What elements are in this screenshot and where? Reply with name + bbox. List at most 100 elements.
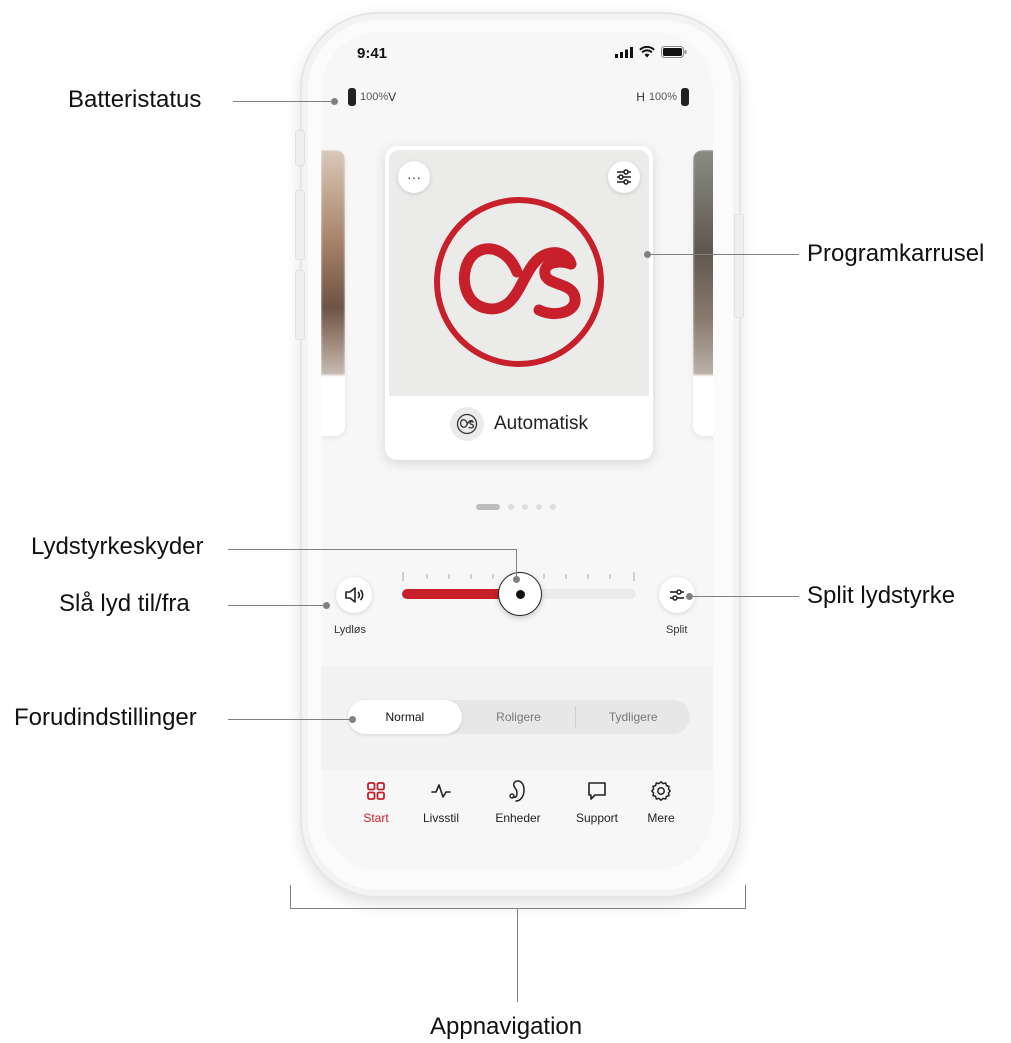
- program-image: [389, 150, 649, 396]
- mute-label: Lydløs: [334, 624, 366, 636]
- annotation-app-navigation: Appnavigation: [430, 1013, 583, 1040]
- slider-thumb-dot: [515, 589, 525, 599]
- annotation-leader-dot: [331, 98, 338, 105]
- gear-icon: [651, 781, 671, 801]
- annotation-leader-line: [690, 596, 799, 597]
- annotation-leader-dot: [686, 593, 693, 600]
- tab-label: Mere: [647, 811, 675, 825]
- annotation-program-carousel: Programkarrusel: [807, 240, 985, 267]
- split-label: Split: [666, 624, 688, 636]
- annotation-leader-line: [516, 549, 517, 579]
- annotation-battery-status: Batteristatus: [68, 86, 202, 113]
- status-icons: [615, 46, 687, 58]
- annotation-bracket: [290, 885, 291, 909]
- tab-livsstil[interactable]: Livsstil: [410, 778, 472, 825]
- tab-label: Support: [575, 811, 619, 825]
- battery-status-row: 100% V H 100%: [321, 88, 713, 112]
- annotation-leader-line: [649, 254, 799, 255]
- tab-bar: Start Livsstil Enheder Support Mere: [321, 770, 713, 870]
- cellular-signal-icon: [615, 46, 633, 58]
- annotation-bracket: [745, 885, 746, 909]
- slider-tick: [587, 574, 589, 579]
- program-card[interactable]: ··· Automatisk: [385, 146, 653, 460]
- annotation-bracket: [290, 908, 746, 909]
- automatic-program-icon: [450, 407, 484, 441]
- tab-mere[interactable]: Mere: [630, 778, 692, 825]
- phone-battery-icon: [661, 46, 687, 58]
- ellipsis-icon: ···: [407, 169, 421, 185]
- wifi-icon: [639, 46, 655, 58]
- preset-option-tydligere[interactable]: Tydligere: [576, 700, 690, 734]
- slider-tick: [565, 574, 567, 579]
- phone-screen: 9:41 100% V H 100% ··· Automatisk Lydløs…: [321, 32, 713, 870]
- tab-start[interactable]: Start: [345, 778, 407, 825]
- hearing-aid-icon: [509, 780, 525, 802]
- annotation-leader-dot: [513, 576, 520, 583]
- slider-tick: [543, 574, 545, 579]
- preset-option-normal[interactable]: Normal: [348, 700, 462, 734]
- tab-label: Enheder: [495, 811, 541, 825]
- preset-selector: Normal Roligere Tydligere: [348, 700, 690, 734]
- program-image-next: [693, 150, 713, 375]
- split-icon: [670, 589, 684, 601]
- slider-tick: [426, 574, 428, 579]
- status-bar: 9:41: [321, 32, 713, 76]
- slider-tick: [402, 572, 404, 581]
- annotation-presets: Forudindstillinger: [14, 704, 197, 731]
- page-dot[interactable]: [508, 504, 514, 510]
- carousel-page-indicator: [476, 504, 556, 510]
- battery-left-level: 100%: [360, 91, 389, 103]
- program-image-previous: [321, 150, 345, 375]
- annotation-leader-dot: [644, 251, 651, 258]
- battery-right: H 100%: [636, 88, 689, 106]
- program-label-row: Automatisk: [385, 404, 653, 444]
- phone-side-button: [295, 190, 305, 260]
- page-dot[interactable]: [536, 504, 542, 510]
- volume-slider-thumb[interactable]: [498, 572, 542, 616]
- mute-button[interactable]: [336, 577, 372, 613]
- battery-left-side: V: [388, 90, 397, 104]
- page-dot[interactable]: [476, 504, 500, 510]
- preset-option-roligere[interactable]: Roligere: [462, 700, 576, 734]
- more-options-button[interactable]: ···: [398, 161, 430, 193]
- annotation-bracket: [517, 908, 518, 1002]
- volume-control: Lydløs Split: [321, 552, 713, 662]
- tab-enheder[interactable]: Enheder: [487, 778, 549, 825]
- annotation-leader-dot: [323, 602, 330, 609]
- page-dot[interactable]: [522, 504, 528, 510]
- slider-tick: [609, 574, 611, 579]
- battery-right-side: H: [636, 90, 645, 104]
- annotation-leader-line: [228, 605, 326, 606]
- annotation-leader-dot: [349, 716, 356, 723]
- slider-tick: [633, 572, 635, 581]
- tab-support[interactable]: Support: [566, 778, 628, 825]
- phone-side-button: [734, 214, 744, 318]
- tab-label: Start: [363, 811, 389, 825]
- annotation-leader-line: [228, 549, 516, 550]
- hearing-aid-battery-icon: [681, 88, 689, 106]
- phone-side-button: [295, 130, 305, 166]
- slider-tick: [492, 574, 494, 579]
- annotation-volume-slider: Lydstyrkeskyder: [31, 533, 204, 560]
- annotation-split-volume: Split lydstyrke: [807, 582, 956, 609]
- annotation-leader-line: [233, 101, 333, 102]
- chat-icon: [588, 782, 606, 800]
- program-card-next[interactable]: [693, 150, 713, 436]
- battery-right-level: 100%: [648, 91, 677, 103]
- hearing-aid-battery-icon: [348, 88, 356, 106]
- activity-icon: [431, 784, 451, 798]
- sliders-icon: [617, 169, 631, 185]
- status-time: 9:41: [357, 45, 388, 62]
- tab-label: Livsstil: [422, 811, 459, 825]
- slider-tick: [470, 574, 472, 579]
- annotation-mute-toggle: Slå lyd til/fra: [59, 590, 190, 617]
- speaker-icon: [345, 587, 364, 603]
- program-settings-button[interactable]: [608, 161, 640, 193]
- page-dot[interactable]: [550, 504, 556, 510]
- annotation-leader-line: [228, 719, 352, 720]
- phone-side-button: [295, 270, 305, 340]
- automatic-program-logo: [434, 197, 604, 367]
- slider-tick: [448, 574, 450, 579]
- program-name: Automatisk: [494, 413, 588, 434]
- program-card-previous[interactable]: [321, 150, 345, 436]
